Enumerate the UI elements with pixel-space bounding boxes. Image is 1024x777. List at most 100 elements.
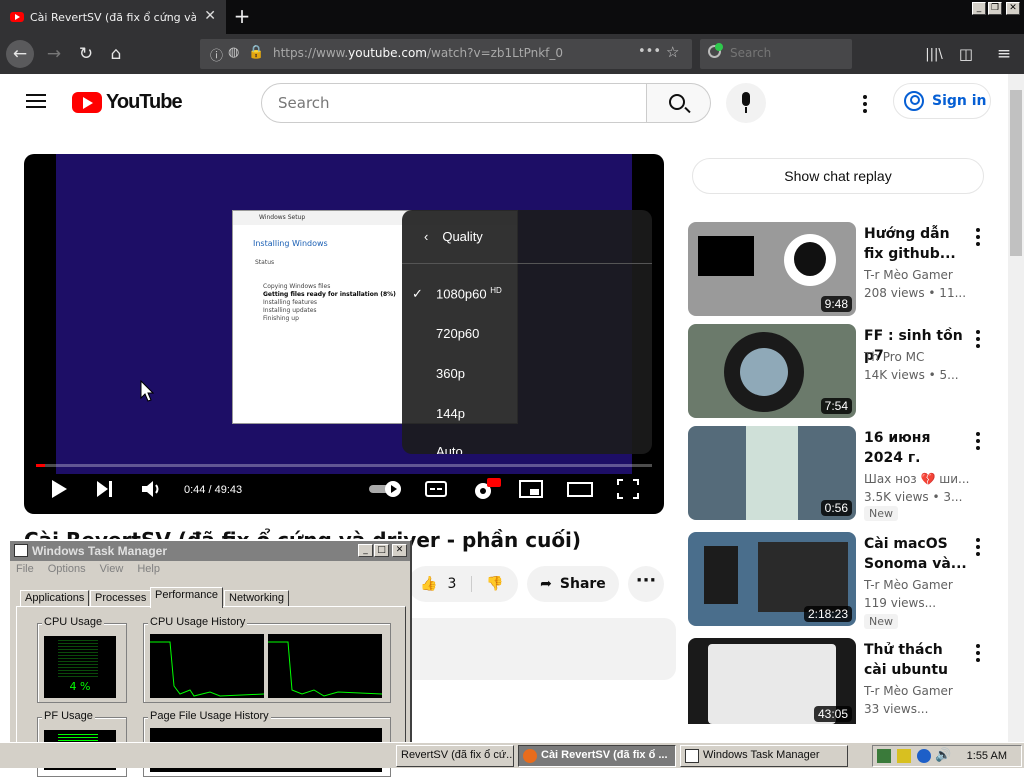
tab-performance[interactable]: Performance — [150, 587, 223, 608]
minimize-window-button[interactable]: _ — [972, 2, 986, 15]
tm-maximize-button[interactable]: □ — [374, 544, 389, 557]
close-tab-icon[interactable]: ✕ — [204, 8, 216, 24]
show-chat-replay-button[interactable]: Show chat replay — [692, 158, 984, 194]
tm-minimize-button[interactable]: _ — [358, 544, 373, 557]
quality-option-auto[interactable]: Auto — [436, 444, 463, 454]
page-scrollbar[interactable] — [1008, 74, 1024, 744]
restore-window-button[interactable]: ❐ — [988, 2, 1002, 15]
sidebar-button[interactable]: ◫ — [954, 42, 978, 66]
scrollbar-thumb[interactable] — [1010, 90, 1022, 256]
video-title[interactable]: Thử thách cài ubuntu với bà... — [864, 640, 968, 680]
share-button[interactable]: ➦ Share — [527, 566, 619, 602]
video-options-kebab-icon[interactable] — [976, 432, 980, 450]
video-thumbnail[interactable]: 2:18:23 — [688, 532, 856, 626]
channel-name[interactable]: Th Pro MC — [864, 350, 924, 364]
description-box[interactable] — [400, 618, 676, 680]
globe-tray-icon[interactable] — [917, 749, 931, 763]
quality-option-360p[interactable]: 360p — [436, 366, 465, 381]
fullscreen-icon[interactable] — [616, 478, 640, 500]
taskbar-item-firefox[interactable]: Cài RevertSV (đã fix ổ ... — [518, 745, 676, 767]
recommendation-item[interactable]: 7:54 FF : sinh tồn p7 Th Pro MC 14K view… — [688, 324, 988, 418]
tm-menu-help[interactable]: Help — [137, 563, 160, 579]
video-thumbnail[interactable]: 0:56 — [688, 426, 856, 520]
tab-networking[interactable]: Networking — [224, 590, 290, 607]
youtube-search-input[interactable] — [261, 83, 647, 123]
video-title[interactable]: Cài macOS Sonoma và... — [864, 534, 968, 574]
guide-menu-icon[interactable] — [26, 94, 46, 108]
channel-name[interactable]: T-r Mèo Gamer — [864, 268, 953, 282]
volume-tray-icon[interactable]: 🔊 — [935, 748, 951, 763]
tm-menu-view[interactable]: View — [100, 563, 124, 579]
tm-close-button[interactable]: ✕ — [392, 544, 407, 557]
security-tray-icon[interactable] — [897, 749, 911, 763]
task-manager-window[interactable]: Windows Task Manager _ □ ✕ File Options … — [8, 539, 412, 777]
theater-mode-icon[interactable] — [566, 478, 594, 500]
settings-kebab-icon[interactable] — [863, 95, 867, 113]
settings-gear-icon[interactable] — [472, 478, 502, 502]
sign-in-button[interactable]: Sign in — [893, 83, 991, 119]
video-options-kebab-icon[interactable] — [976, 644, 980, 662]
menu-button[interactable]: ≡ — [992, 42, 1016, 66]
network-tray-icon[interactable] — [877, 749, 891, 763]
quality-option-144p[interactable]: 144p — [436, 406, 465, 421]
recommendation-item[interactable]: 9:48 Hướng dẫn fix github... T-r Mèo Gam… — [688, 222, 988, 316]
tm-menu-bar: File Options View Help — [10, 563, 160, 579]
voice-search-button[interactable] — [726, 83, 766, 123]
quality-option-720p60[interactable]: 720p60 — [436, 326, 479, 341]
browser-search-input[interactable] — [728, 45, 838, 61]
url-text[interactable]: https://www.youtube.com/watch?v=zb1LtPnk… — [273, 46, 563, 60]
video-title[interactable]: 16 июня 2024 г. — [864, 428, 968, 468]
channel-name[interactable]: T-r Mèo Gamer — [864, 578, 953, 592]
video-thumbnail[interactable]: 7:54 — [688, 324, 856, 418]
quality-menu-back[interactable]: ‹ Quality — [402, 210, 652, 264]
recommendation-item[interactable]: 2:18:23 Cài macOS Sonoma và... T-r Mèo G… — [688, 532, 988, 629]
youtube-logo[interactable]: YouTube — [72, 91, 183, 114]
like-button[interactable]: 👍 3 — [408, 576, 472, 592]
site-info-icon[interactable]: ⓘ — [210, 45, 223, 64]
video-title[interactable]: Hướng dẫn fix github... — [864, 224, 968, 264]
autoplay-toggle-icon[interactable] — [368, 478, 406, 500]
video-options-kebab-icon[interactable] — [976, 228, 980, 246]
library-button[interactable]: |||\ — [922, 42, 946, 66]
taskbar-item-task-manager[interactable]: Windows Task Manager — [680, 745, 848, 767]
video-thumbnail[interactable]: 9:48 — [688, 222, 856, 316]
bookmark-star-icon[interactable]: ☆ — [666, 43, 679, 61]
new-tab-button[interactable]: + — [232, 4, 252, 28]
channel-name[interactable]: Шах ноз 💔 ши... — [864, 472, 969, 486]
browser-search-box[interactable] — [700, 39, 852, 69]
youtube-search-button[interactable] — [647, 83, 711, 123]
channel-name[interactable]: T-r Mèo Gamer — [864, 684, 953, 698]
play-icon[interactable] — [48, 478, 70, 500]
video-options-kebab-icon[interactable] — [976, 330, 980, 348]
home-button[interactable]: ⌂ — [104, 42, 128, 66]
forward-button[interactable]: → — [42, 42, 66, 66]
browser-tab-youtube[interactable]: Cài RevertSV (đã fix ổ cứng và dr ✕ — [0, 0, 226, 34]
recommendation-item[interactable]: 43:05 Thử thách cài ubuntu với bà... T-r… — [688, 638, 988, 724]
tm-menu-options[interactable]: Options — [48, 563, 86, 579]
quality-option-1080p60[interactable]: 1080p60 HD — [412, 286, 502, 302]
taskbar-clock[interactable]: 1:55 AM — [967, 750, 1007, 762]
recommendation-item[interactable]: 0:56 16 июня 2024 г. Шах ноз 💔 ши... 3.5… — [688, 426, 988, 521]
next-video-icon[interactable] — [94, 478, 116, 500]
back-button[interactable]: ← — [6, 40, 34, 68]
subtitles-icon[interactable] — [424, 478, 448, 500]
lock-icon[interactable]: 🔒 — [248, 45, 264, 60]
taskbar-item-revertsv[interactable]: RevertSV (đã fix ổ cứ... — [396, 745, 514, 767]
miniplayer-icon[interactable] — [518, 478, 544, 500]
dislike-button[interactable]: 👎 — [472, 576, 503, 592]
page-actions-icon[interactable]: ••• — [638, 44, 661, 59]
tm-menu-file[interactable]: File — [16, 563, 34, 579]
tab-processes[interactable]: Processes — [90, 590, 152, 607]
video-thumbnail[interactable]: 43:05 — [688, 638, 856, 724]
close-window-button[interactable]: ✕ — [1006, 2, 1020, 15]
volume-icon[interactable] — [140, 478, 164, 500]
more-actions-button[interactable]: ··· — [628, 566, 664, 602]
reload-button[interactable]: ↻ — [74, 42, 98, 66]
permissions-icon[interactable]: ◍ — [228, 45, 239, 60]
task-manager-title[interactable]: Windows Task Manager — [10, 541, 410, 561]
video-player[interactable]: Windows Setup Installing Windows Status … — [24, 154, 664, 514]
tab-applications[interactable]: Applications — [20, 590, 90, 607]
progress-bar[interactable] — [36, 464, 652, 467]
url-bar[interactable]: ⓘ ◍ 🔒 https://www.youtube.com/watch?v=zb… — [200, 39, 692, 69]
video-options-kebab-icon[interactable] — [976, 538, 980, 556]
